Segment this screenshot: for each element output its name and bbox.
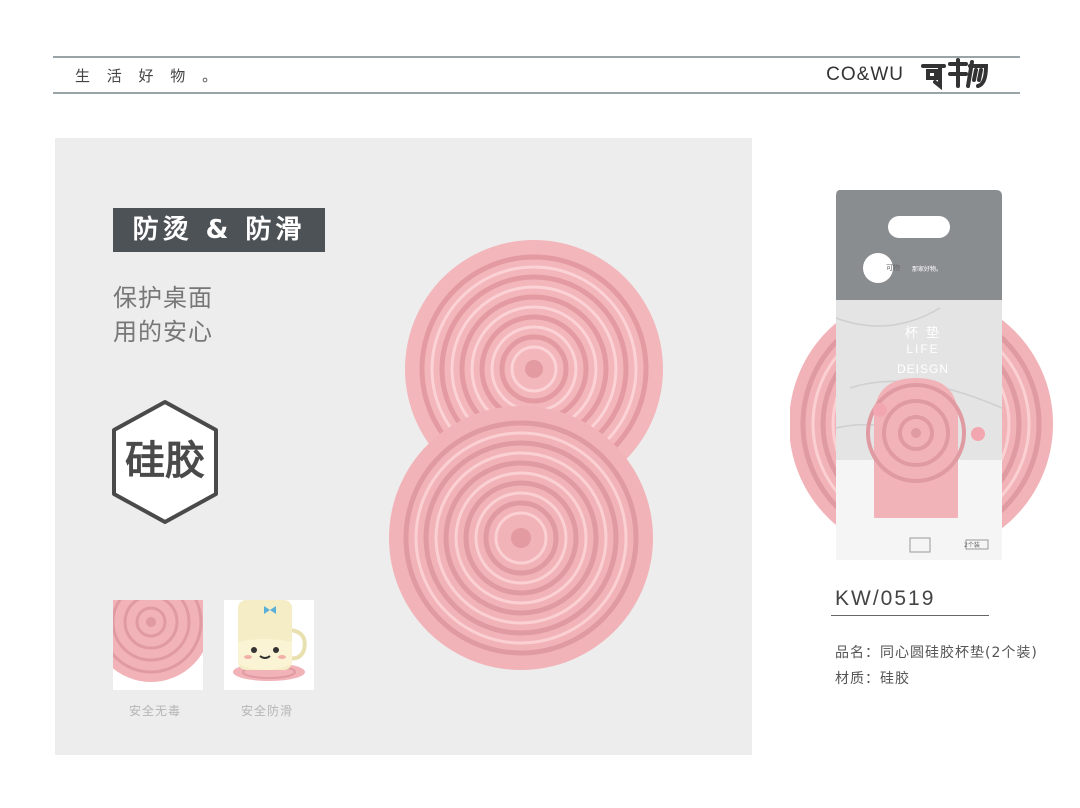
product-material-row: 材质：硅胶 — [835, 668, 910, 688]
package-card-slogan: 那家好物。 — [912, 266, 943, 273]
thumbnail-coaster-closeup — [113, 600, 203, 690]
package-label-cn: 杯 垫 — [904, 326, 942, 341]
brand-name: CO&WU — [826, 64, 904, 85]
mug-on-coaster-image — [233, 600, 307, 681]
feature-title-badge: 防烫 & 防滑 — [113, 208, 325, 252]
package-card-logo: 可物 — [886, 264, 900, 272]
benefit-line-2: 用的安心 — [113, 318, 213, 346]
thumbnail-caption-2: 安全防滑 — [240, 704, 293, 718]
benefit-line-1: 保护桌面 — [113, 284, 213, 312]
header-tagline: 生 活 好 物 。 — [75, 67, 224, 85]
material-badge-label: 硅胶 — [125, 438, 205, 484]
product-sku: KW/0519 — [835, 587, 936, 610]
product-name-label: 品名： — [835, 645, 880, 661]
product-material-value: 硅胶 — [880, 671, 910, 687]
product-name-row: 品名：同心圆硅胶杯垫(2个装) — [835, 642, 1038, 662]
brand-logo-icon — [921, 58, 989, 90]
packaged-product-image — [790, 190, 1053, 560]
product-name-value: 同心圆硅胶杯垫(2个装) — [880, 645, 1038, 661]
package-count-tag: 2个装 — [964, 542, 980, 549]
coaster-front-image — [389, 406, 653, 670]
package-label-design: DEISGN — [896, 362, 949, 376]
sku-underline — [831, 615, 989, 616]
product-material-label: 材质： — [835, 671, 880, 687]
thumbnail-caption-1: 安全无毒 — [128, 704, 181, 718]
thumbnail-mug-on-coaster — [224, 600, 314, 690]
header-bottom-rule — [53, 92, 1020, 94]
header-top-rule — [53, 56, 1020, 58]
package-label-life: LIFE — [906, 342, 940, 356]
coaster-closeup-image — [113, 600, 203, 682]
